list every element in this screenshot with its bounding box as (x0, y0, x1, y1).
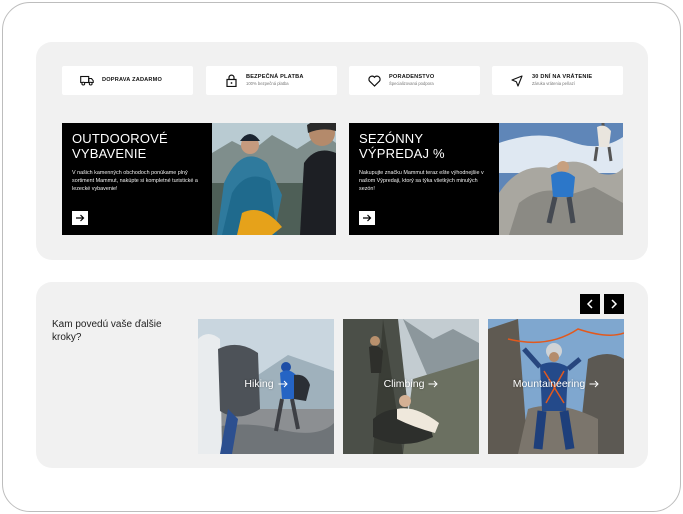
carousel-next-button[interactable] (604, 294, 624, 314)
promo-heading-line: SEZÓNNY (359, 131, 424, 146)
promo-heading-line: VÝPREDAJ % (359, 146, 445, 161)
promo-photo-climber-rock (499, 123, 623, 235)
tile-caption: Climbing (343, 378, 479, 390)
promo-description: V našich kamenných obchodoch ponúkame pl… (72, 170, 198, 192)
promo-text-block: OUTDOOROVÉ VYBAVENIE V našich kamenných … (62, 123, 212, 235)
feature-consulting[interactable]: PORADENSTVO Špecializovaná podpora (349, 66, 480, 95)
activity-tile-hiking[interactable]: Hiking (198, 319, 334, 454)
promo-seasonal-sale[interactable]: SEZÓNNY VÝPREDAJ % Nakupujte značku Mamm… (349, 123, 623, 235)
arrow-right-icon (589, 380, 599, 388)
promo-heading-line: VYBAVENIE (72, 146, 147, 161)
feature-secure-payment[interactable]: BEZPEČNÁ PLATBA 100% bezpečná platba (206, 66, 337, 95)
promo-text-block: SEZÓNNY VÝPREDAJ % Nakupujte značku Mamm… (349, 123, 499, 235)
arrow-right-icon (428, 380, 439, 388)
feature-title: BEZPEČNÁ PLATBA (246, 73, 304, 80)
arrow-right-icon (363, 214, 372, 222)
feature-title: PORADENSTVO (389, 73, 435, 80)
promo-heading: OUTDOOROVÉ VYBAVENIE (72, 131, 202, 161)
tile-caption: Mountaineering (488, 378, 624, 390)
promo-heading: SEZÓNNY VÝPREDAJ % (359, 131, 489, 161)
chevron-left-icon (586, 299, 593, 309)
feature-subtitle: Špecializovaná podpora (389, 81, 434, 87)
feature-subtitle: 100% bezpečná platba (246, 81, 289, 87)
promo-photo-hikers (212, 123, 336, 235)
promo-arrow-button[interactable] (72, 211, 88, 225)
arrow-right-icon (278, 380, 288, 388)
chevron-right-icon (611, 299, 618, 309)
carousel-prev-button[interactable] (580, 294, 600, 314)
benefits-and-promos-panel: DOPRAVA ZADARMO BEZPEČNÁ PLATBA 100% bez… (36, 42, 648, 260)
feature-title: DOPRAVA ZADARMO (102, 76, 163, 83)
lock-icon (224, 74, 238, 88)
tile-label: Hiking (244, 378, 274, 390)
promo-arrow-button[interactable] (359, 211, 375, 225)
next-steps-panel: Kam povedú vaše ďalšie kroky? Hiking Cli… (36, 282, 648, 468)
feature-returns[interactable]: 30 DNÍ NA VRÁTENIE Záruka vrátenia peňaz… (492, 66, 623, 95)
tile-caption: Hiking (198, 378, 334, 390)
feature-title: 30 DNÍ NA VRÁTENIE (532, 73, 593, 80)
truck-icon (80, 74, 94, 88)
heart-icon (367, 74, 381, 88)
promo-description: Nakupujte značku Mammut teraz ešte výhod… (359, 170, 484, 192)
activity-tile-mountaineering[interactable]: Mountaineering (488, 319, 624, 454)
feature-subtitle: Záruka vrátenia peňazí (532, 81, 575, 87)
navigation-arrow-icon (510, 74, 524, 88)
next-steps-title: Kam povedú vaše ďalšie kroky? (52, 319, 162, 343)
promo-outdoor-equipment[interactable]: OUTDOOROVÉ VYBAVENIE V našich kamenných … (62, 123, 336, 235)
arrow-right-icon (76, 214, 85, 222)
promo-heading-line: OUTDOOROVÉ (72, 131, 168, 146)
tile-label: Climbing (383, 378, 425, 390)
activity-tile-climbing[interactable]: Climbing (343, 319, 479, 454)
tile-label: Mountaineering (512, 378, 586, 390)
feature-free-shipping[interactable]: DOPRAVA ZADARMO (62, 66, 193, 95)
